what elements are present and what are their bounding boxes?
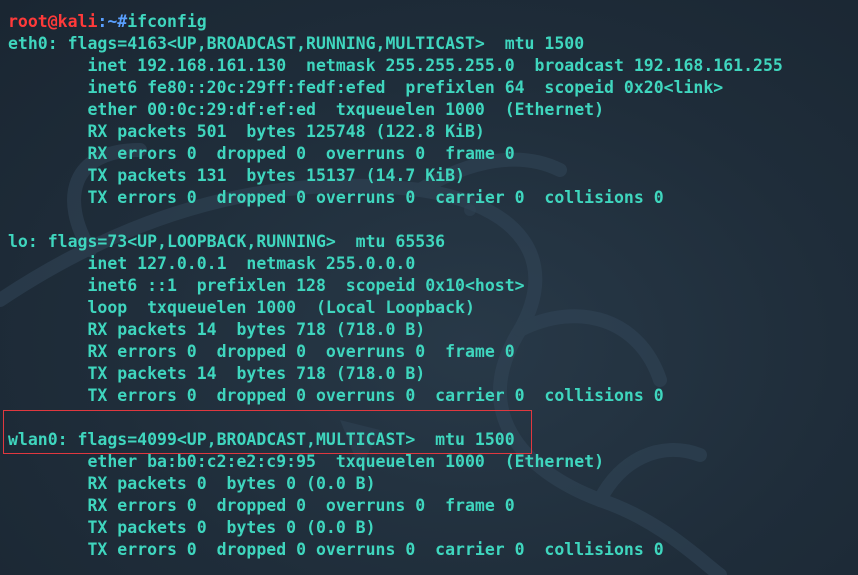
wlan0-tx-errors-line: TX errors 0 dropped 0 overruns 0 carrier… — [8, 540, 664, 559]
prompt-user-host: root@kali — [8, 12, 98, 31]
lo-tx-errors-line: TX errors 0 dropped 0 overruns 0 carrier… — [8, 386, 664, 405]
eth0-ether-line: ether 00:0c:29:df:ef:ed txqueuelen 1000 … — [8, 100, 605, 119]
lo-rx-packets-line: RX packets 14 bytes 718 (718.0 B) — [8, 320, 426, 339]
eth0-inet-line: inet 192.168.161.130 netmask 255.255.255… — [8, 56, 783, 75]
lo-rx-errors-line: RX errors 0 dropped 0 overruns 0 frame 0 — [8, 342, 515, 361]
command-text: ifconfig — [127, 12, 207, 31]
prompt-symbol: # — [117, 12, 128, 31]
command-prompt-line: root@kali:~#ifconfig — [8, 11, 783, 33]
lo-inet-line: inet 127.0.0.1 netmask 255.0.0.0 — [8, 254, 416, 273]
wlan0-tx-packets-line: TX packets 0 bytes 0 (0.0 B) — [8, 518, 376, 537]
eth0-rx-errors-line: RX errors 0 dropped 0 overruns 0 frame 0 — [8, 144, 515, 163]
eth0-header-line: eth0: flags=4163<UP,BROADCAST,RUNNING,MU… — [8, 34, 585, 53]
lo-inet6-line: inet6 ::1 prefixlen 128 scopeid 0x10<hos… — [8, 276, 525, 295]
eth0-inet6-line: inet6 fe80::20c:29ff:fedf:efed prefixlen… — [8, 78, 724, 97]
terminal-window[interactable]: root@kali:~#ifconfig eth0: flags=4163<UP… — [0, 0, 858, 575]
prompt-path: :~ — [97, 12, 118, 31]
eth0-tx-errors-line: TX errors 0 dropped 0 overruns 0 carrier… — [8, 188, 664, 207]
eth0-rx-packets-line: RX packets 501 bytes 125748 (122.8 KiB) — [8, 122, 485, 141]
lo-loop-line: loop txqueuelen 1000 (Local Loopback) — [8, 298, 475, 317]
eth0-tx-packets-line: TX packets 131 bytes 15137 (14.7 KiB) — [8, 166, 465, 185]
wlan0-rx-packets-line: RX packets 0 bytes 0 (0.0 B) — [8, 474, 376, 493]
terminal-output[interactable]: root@kali:~#ifconfig eth0: flags=4163<UP… — [8, 11, 783, 561]
wlan0-rx-errors-line: RX errors 0 dropped 0 overruns 0 frame 0 — [8, 496, 515, 515]
lo-header-line: lo: flags=73<UP,LOOPBACK,RUNNING> mtu 65… — [8, 232, 446, 251]
wlan0-ether-line: ether ba:b0:c2:e2:c9:95 txqueuelen 1000 … — [8, 452, 605, 471]
wlan0-header-line: wlan0: flags=4099<UP,BROADCAST,MULTICAST… — [8, 430, 515, 449]
lo-tx-packets-line: TX packets 14 bytes 718 (718.0 B) — [8, 364, 426, 383]
